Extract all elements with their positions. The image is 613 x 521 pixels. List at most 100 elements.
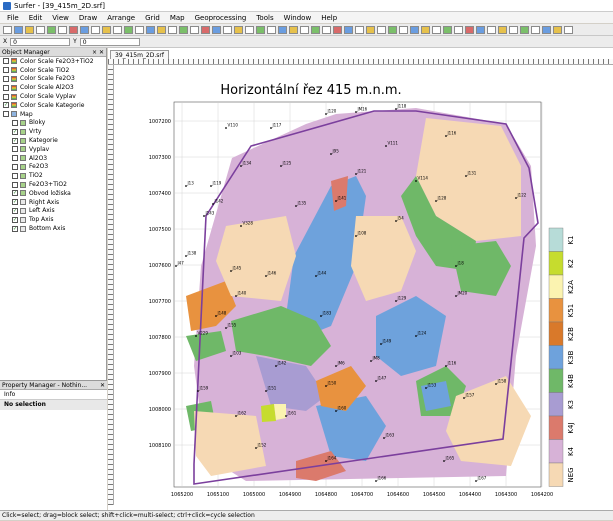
toolbar-button-icon[interactable] — [377, 25, 386, 34]
tree-item[interactable]: Fe2O3+TiO2 — [0, 180, 106, 189]
menu-tools[interactable]: Tools — [256, 14, 273, 22]
menu-grid[interactable]: Grid — [145, 14, 160, 22]
tree-item[interactable]: Color Scale Fe2O3+TiO2 — [0, 57, 106, 66]
toolbar-button-icon[interactable] — [333, 25, 342, 34]
tree-item[interactable]: Map — [0, 110, 106, 119]
panel-close-icon[interactable]: × ✕ — [92, 49, 104, 56]
toolbar-button-icon[interactable] — [476, 25, 485, 34]
tree-item[interactable]: TiO2 — [0, 171, 106, 180]
tree-item[interactable]: Color Scale Al2O3 — [0, 83, 106, 92]
menu-view[interactable]: View — [52, 14, 69, 22]
visibility-checkbox[interactable]: ✓ — [12, 199, 18, 206]
tree-item[interactable]: ✓ Top Axis — [0, 215, 106, 224]
toolbar-button-icon[interactable] — [399, 25, 408, 34]
menu-geoprocessing[interactable]: Geoprocessing — [195, 14, 247, 22]
toolbar-button-icon[interactable] — [366, 25, 375, 34]
toolbar-button-icon[interactable] — [80, 25, 89, 34]
toolbar-button-icon[interactable] — [465, 25, 474, 34]
toolbar-button-icon[interactable] — [553, 25, 562, 34]
toolbar-button-icon[interactable] — [58, 25, 67, 34]
tree-item[interactable]: Color Scale Vyplav — [0, 92, 106, 101]
visibility-checkbox[interactable]: ✓ — [12, 225, 18, 232]
visibility-checkbox[interactable] — [12, 163, 18, 170]
toolbar-button-icon[interactable] — [3, 25, 12, 34]
visibility-checkbox[interactable] — [12, 181, 18, 188]
tree-item[interactable]: ✓ Color Scale Kategorie — [0, 101, 106, 110]
tree-item[interactable]: ✓ Kategorie — [0, 136, 106, 145]
visibility-checkbox[interactable] — [12, 146, 18, 153]
visibility-checkbox[interactable]: ✓ — [12, 207, 18, 214]
visibility-checkbox[interactable] — [12, 172, 18, 179]
toolbar-button-icon[interactable] — [454, 25, 463, 34]
toolbar-button-icon[interactable] — [201, 25, 210, 34]
visibility-checkbox[interactable] — [12, 155, 18, 162]
toolbar-button-icon[interactable] — [256, 25, 265, 34]
toolbar-button-icon[interactable] — [91, 25, 100, 34]
document-tab[interactable]: 39_415m_2D.srf — [110, 50, 169, 59]
toolbar-button-icon[interactable] — [223, 25, 232, 34]
toolbar-button-icon[interactable] — [542, 25, 551, 34]
tree-item[interactable]: Bloky — [0, 119, 106, 128]
panel-close-icon[interactable]: ✕ — [100, 382, 105, 389]
toolbar-button-icon[interactable] — [487, 25, 496, 34]
visibility-checkbox[interactable] — [3, 111, 9, 118]
toolbar-button-icon[interactable] — [531, 25, 540, 34]
tree-item[interactable]: ✓ Obvod ložiska — [0, 189, 106, 198]
toolbar-button-icon[interactable] — [267, 25, 276, 34]
menu-arrange[interactable]: Arrange — [107, 14, 135, 22]
toolbar-button-icon[interactable] — [157, 25, 166, 34]
toolbar-button-icon[interactable] — [289, 25, 298, 34]
visibility-checkbox[interactable]: ✓ — [12, 216, 18, 223]
toolbar-button-icon[interactable] — [355, 25, 364, 34]
toolbar-button-icon[interactable] — [14, 25, 23, 34]
toolbar-button-icon[interactable] — [564, 25, 573, 34]
toolbar-button-icon[interactable] — [47, 25, 56, 34]
visibility-checkbox[interactable]: ✓ — [3, 102, 9, 109]
toolbar-button-icon[interactable] — [102, 25, 111, 34]
menu-file[interactable]: File — [7, 14, 19, 22]
tree-item[interactable]: ✓ Bottom Axis — [0, 224, 106, 233]
toolbar-button-icon[interactable] — [311, 25, 320, 34]
tree-item[interactable]: ✓ Left Axis — [0, 207, 106, 216]
visibility-checkbox[interactable] — [12, 119, 18, 126]
visibility-checkbox[interactable] — [3, 67, 9, 74]
toolbar-button-icon[interactable] — [322, 25, 331, 34]
x-coord-field[interactable]: 0 — [10, 37, 71, 46]
menu-draw[interactable]: Draw — [79, 14, 97, 22]
toolbar-button-icon[interactable] — [124, 25, 133, 34]
tree-item[interactable]: ✓ Vrty — [0, 127, 106, 136]
toolbar-button-icon[interactable] — [432, 25, 441, 34]
toolbar-button-icon[interactable] — [146, 25, 155, 34]
visibility-checkbox[interactable]: ✓ — [12, 128, 18, 135]
visibility-checkbox[interactable]: ✓ — [12, 190, 18, 197]
toolbar-button-icon[interactable] — [520, 25, 529, 34]
toolbar-button-icon[interactable] — [344, 25, 353, 34]
toolbar-button-icon[interactable] — [388, 25, 397, 34]
visibility-checkbox[interactable] — [3, 84, 9, 91]
toolbar-button-icon[interactable] — [69, 25, 78, 34]
toolbar-button-icon[interactable] — [25, 25, 34, 34]
toolbar-button-icon[interactable] — [498, 25, 507, 34]
toolbar-button-icon[interactable] — [300, 25, 309, 34]
visibility-checkbox[interactable] — [3, 58, 9, 65]
toolbar-button-icon[interactable] — [113, 25, 122, 34]
tree-item[interactable]: Color Scale Fe2O3 — [0, 75, 106, 84]
toolbar-button-icon[interactable] — [135, 25, 144, 34]
toolbar-button-icon[interactable] — [234, 25, 243, 34]
toolbar-button-icon[interactable] — [212, 25, 221, 34]
tree-item[interactable]: Color Scale TiO2 — [0, 66, 106, 75]
menu-help[interactable]: Help — [321, 14, 337, 22]
toolbar-button-icon[interactable] — [245, 25, 254, 34]
menu-window[interactable]: Window — [284, 14, 312, 22]
toolbar-button-icon[interactable] — [36, 25, 45, 34]
toolbar-button-icon[interactable] — [443, 25, 452, 34]
menu-map[interactable]: Map — [170, 14, 185, 22]
toolbar-button-icon[interactable] — [179, 25, 188, 34]
y-coord-field[interactable]: 0 — [79, 37, 140, 46]
tree-item[interactable]: Vyplav — [0, 145, 106, 154]
tree-item[interactable]: ✓ Right Axis — [0, 198, 106, 207]
map-canvas[interactable]: Horizontální řez 415 m.n.m. 1065200 106510… — [116, 66, 611, 506]
menu-edit[interactable]: Edit — [29, 14, 43, 22]
visibility-checkbox[interactable] — [3, 75, 9, 82]
tree-item[interactable]: Al2O3 — [0, 154, 106, 163]
